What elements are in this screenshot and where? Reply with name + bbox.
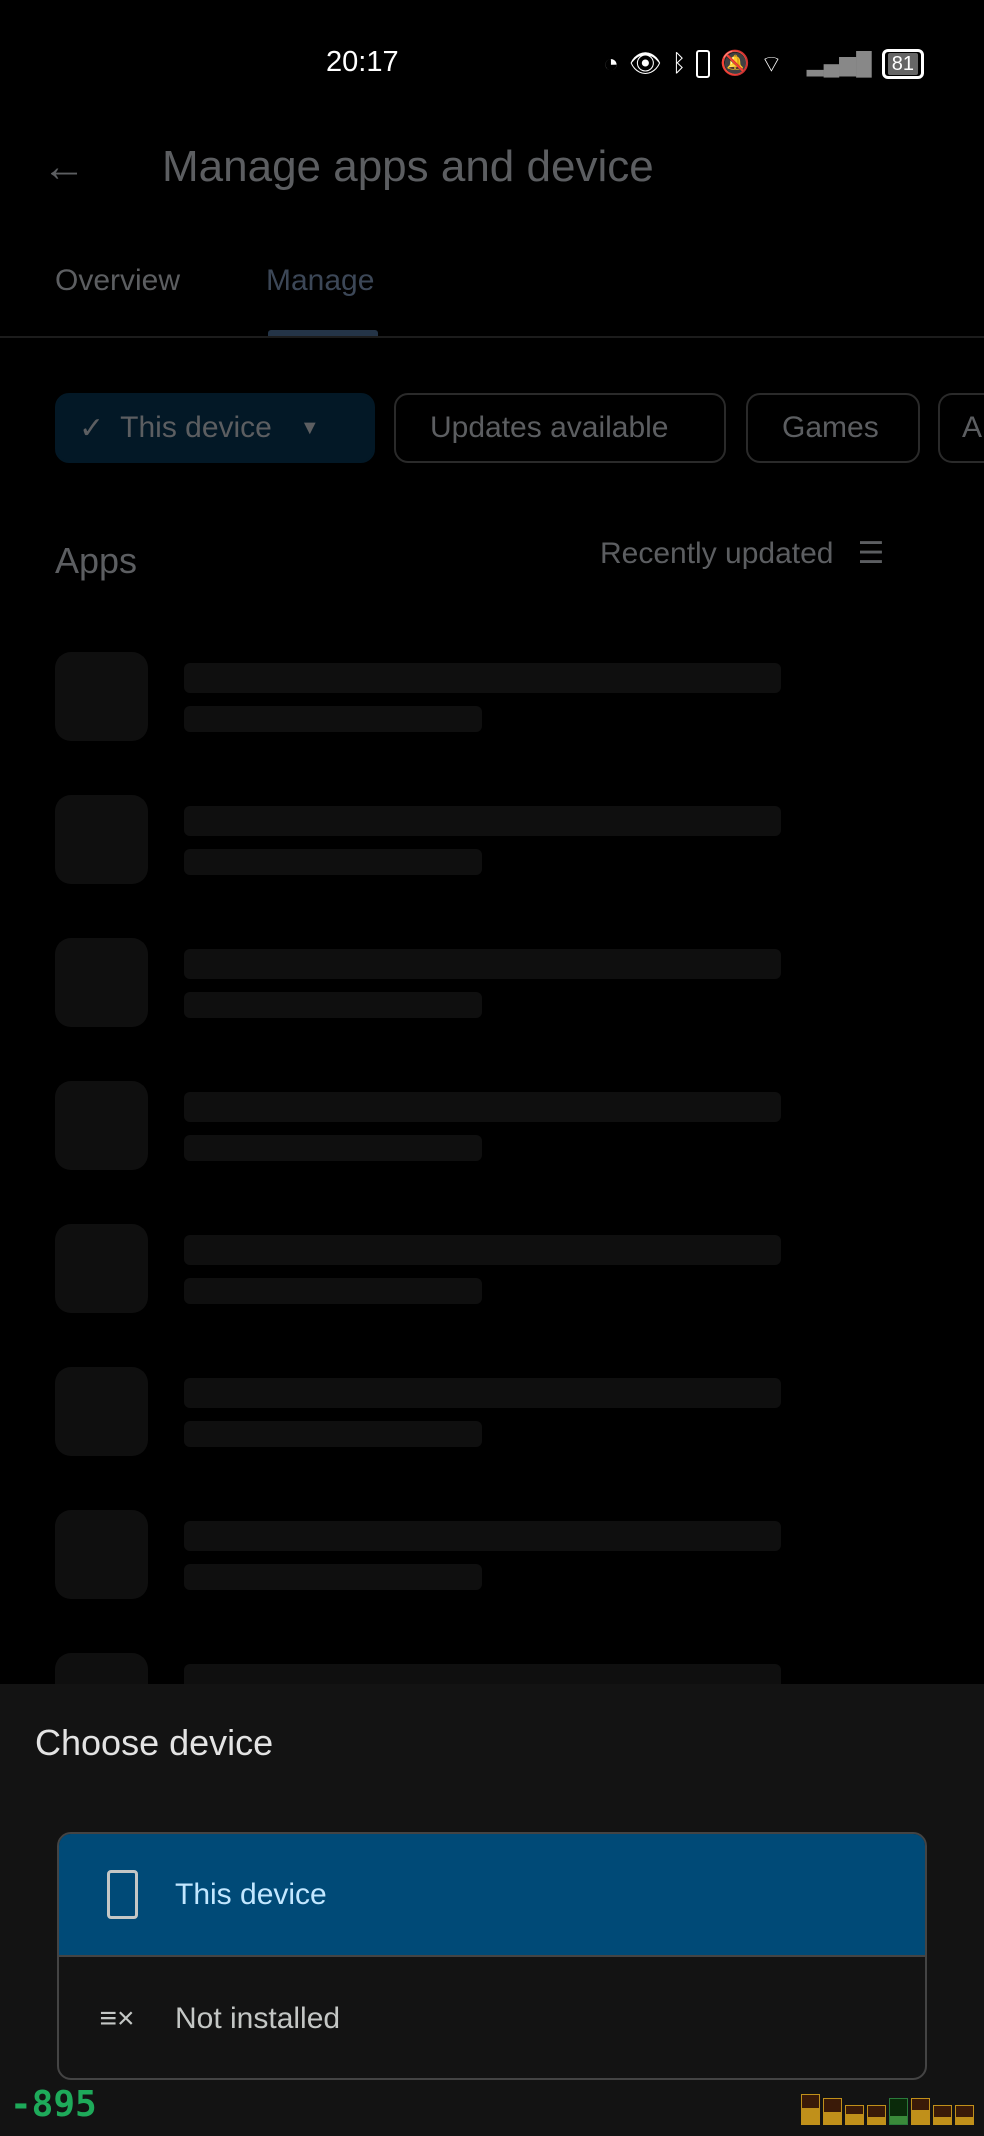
sort-icon: ☰ — [857, 537, 885, 570]
sheet-title: Choose device — [35, 1722, 274, 1763]
battery-level: 81 — [881, 48, 924, 79]
tab-overview[interactable]: Overview — [55, 264, 180, 298]
skeleton-icon — [55, 1367, 148, 1456]
option-not-installed[interactable]: ≡× Not installed — [59, 1957, 925, 2078]
skeleton-line — [184, 1092, 781, 1122]
apps-heading: Apps — [55, 540, 138, 581]
skeleton-line — [184, 1235, 781, 1265]
status-icons: ◔ 👁 ᛒ 🔕 ⌔ ▂▄▆█ 81 — [603, 48, 924, 79]
device-options: This device ≡× Not installed — [57, 1832, 927, 2080]
data-saver-icon: ◔ — [603, 48, 619, 78]
skeleton-line — [184, 992, 482, 1018]
debug-counter: -895 — [10, 2084, 97, 2125]
list-remove-icon: ≡× — [99, 2001, 135, 2035]
skeleton-line — [184, 849, 482, 875]
skeleton-line — [184, 1421, 482, 1447]
eye-icon: 👁 — [628, 48, 662, 78]
meter-bar — [867, 2105, 886, 2125]
dropdown-icon: ▼ — [299, 416, 320, 439]
skeleton-line — [184, 663, 781, 693]
skeleton-icon — [55, 1081, 148, 1170]
sort-button[interactable]: Recently updated ☰ — [600, 536, 884, 571]
meter-bar — [933, 2105, 952, 2125]
meter-bar — [911, 2098, 930, 2125]
page-title: Manage apps and device — [162, 142, 654, 191]
phone-icon — [59, 1870, 175, 1919]
meter-bar — [801, 2094, 820, 2125]
chip-more[interactable]: A — [938, 393, 984, 463]
debug-meters — [801, 2094, 974, 2125]
wifi-icon: ⌔ — [760, 50, 783, 78]
skeleton-line — [184, 949, 781, 979]
skeleton-line — [184, 806, 781, 836]
skeleton-line — [184, 1564, 482, 1590]
option-this-device[interactable]: This device — [59, 1834, 925, 1957]
meter-bar — [823, 2098, 842, 2125]
meter-bar — [955, 2105, 974, 2125]
skeleton-line — [184, 1378, 781, 1408]
skeleton-icon — [55, 1510, 148, 1599]
bluetooth-icon: ᛒ — [671, 49, 687, 77]
bell-off-icon: 🔕 — [720, 50, 751, 77]
skeleton-icon — [55, 795, 148, 884]
skeleton-line — [184, 1135, 482, 1161]
skeleton-line — [184, 1278, 482, 1304]
signal-icon: ▂▄▆█ — [806, 50, 872, 76]
battery-icon — [696, 49, 711, 78]
back-button[interactable]: ← — [42, 142, 86, 192]
skeleton-icon — [55, 652, 148, 741]
divider — [0, 336, 984, 338]
status-time: 20:17 — [326, 46, 399, 78]
meter-bar — [889, 2098, 908, 2125]
skeleton-icon — [55, 1224, 148, 1313]
chip-this-device[interactable]: ✓ This device ▼ — [55, 393, 375, 463]
tab-manage[interactable]: Manage — [266, 264, 374, 298]
meter-bar — [845, 2105, 864, 2125]
chip-games[interactable]: Games — [746, 393, 920, 463]
skeleton-line — [184, 1521, 781, 1551]
skeleton-icon — [55, 938, 148, 1027]
check-icon: ✓ — [79, 411, 105, 445]
chip-updates-available[interactable]: Updates available — [394, 393, 726, 463]
skeleton-line — [184, 706, 482, 732]
